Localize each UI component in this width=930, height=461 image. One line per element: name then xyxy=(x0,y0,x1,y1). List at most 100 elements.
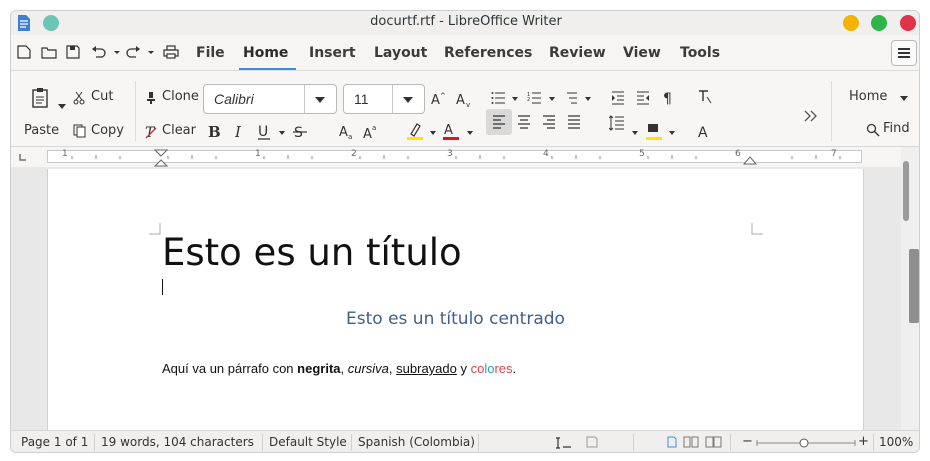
document-page[interactable]: Esto es un título Esto es un título cent… xyxy=(47,169,864,430)
bullet-dropdown-icon[interactable] xyxy=(511,95,519,103)
right-indent-marker[interactable] xyxy=(743,155,757,165)
underline-icon[interactable]: U xyxy=(257,124,271,142)
new-document-icon[interactable] xyxy=(17,45,31,59)
find-label[interactable]: Find xyxy=(883,121,910,136)
menu-file[interactable]: File xyxy=(196,45,225,61)
page-count-status[interactable]: Page 1 of 1 xyxy=(21,435,88,449)
paragraph-background-icon[interactable] xyxy=(645,121,663,141)
minimize-button[interactable] xyxy=(843,15,859,31)
search-icon[interactable] xyxy=(866,123,880,137)
paragraph-text: y xyxy=(456,361,471,376)
horizontal-ruler[interactable]: 1 1 2 3 4 5 6 7 xyxy=(47,149,862,163)
subscript-icon[interactable]: Aa xyxy=(339,124,355,140)
numbered-list-icon[interactable]: 12 xyxy=(527,91,541,105)
open-folder-icon[interactable] xyxy=(41,45,57,59)
highlight-color-icon[interactable] xyxy=(406,121,424,141)
font-name-combobox[interactable]: Calibri xyxy=(203,84,337,114)
grow-font-icon[interactable]: A ^ xyxy=(431,91,447,107)
book-view-icon[interactable] xyxy=(705,436,723,448)
style-inspector-icon[interactable] xyxy=(697,89,713,105)
clone-label[interactable]: Clone xyxy=(162,89,199,104)
cut-icon[interactable] xyxy=(73,91,85,105)
active-tab-indicator xyxy=(239,68,296,70)
word-count-status[interactable]: 19 words, 104 characters xyxy=(101,435,254,449)
italic-icon[interactable]: I xyxy=(233,124,247,140)
paste-icon[interactable] xyxy=(31,87,51,109)
zoom-level[interactable]: 100% xyxy=(879,435,913,449)
tab-selector-label[interactable]: Home xyxy=(849,89,887,104)
shrink-font-icon[interactable]: Av xyxy=(456,91,474,109)
menu-review[interactable]: Review xyxy=(549,45,606,61)
zoom-in-icon[interactable]: + xyxy=(858,434,869,449)
single-page-view-icon[interactable] xyxy=(666,436,678,448)
status-bar: Page 1 of 1 19 words, 104 characters Def… xyxy=(11,430,919,452)
multi-page-view-icon[interactable] xyxy=(683,436,701,448)
menu-view[interactable]: View xyxy=(623,45,661,61)
chevron-down-icon[interactable] xyxy=(402,96,414,104)
redo-icon[interactable] xyxy=(125,45,141,59)
hamburger-menu-button[interactable] xyxy=(891,40,917,66)
chevron-down-icon[interactable] xyxy=(899,95,909,103)
cut-label[interactable]: Cut xyxy=(91,89,113,104)
scrollbar-thumb[interactable] xyxy=(903,161,909,221)
menu-insert[interactable]: Insert xyxy=(309,45,356,61)
zoom-out-icon[interactable]: − xyxy=(742,434,753,449)
document-modified-icon[interactable] xyxy=(586,436,598,448)
line-spacing-dropdown-icon[interactable] xyxy=(631,129,639,137)
tab-stop-type-icon[interactable] xyxy=(19,153,27,161)
outline-list-icon[interactable] xyxy=(563,91,577,105)
justify-icon[interactable] xyxy=(567,115,581,129)
chevron-down-icon[interactable] xyxy=(314,96,326,104)
menu-tools[interactable]: Tools xyxy=(680,45,720,61)
highlight-dropdown-icon[interactable] xyxy=(429,129,437,137)
align-left-icon[interactable] xyxy=(492,115,506,129)
clear-label[interactable]: Clear xyxy=(162,123,196,138)
close-button[interactable] xyxy=(900,15,916,31)
paste-label[interactable]: Paste xyxy=(24,123,59,138)
align-right-icon[interactable] xyxy=(542,115,556,129)
sidebar-toggle-handle[interactable] xyxy=(909,249,919,323)
copy-label[interactable]: Copy xyxy=(91,123,124,138)
font-size-combobox[interactable]: 11 xyxy=(343,84,425,114)
clear-formatting-icon[interactable]: T xyxy=(144,124,158,140)
maximize-button[interactable] xyxy=(871,15,887,31)
bullet-list-icon[interactable] xyxy=(491,91,505,105)
bold-icon[interactable]: B xyxy=(207,124,221,140)
undo-icon[interactable] xyxy=(91,45,107,59)
save-icon[interactable] xyxy=(66,45,80,59)
clone-formatting-icon[interactable] xyxy=(145,91,157,105)
align-center-icon[interactable] xyxy=(517,115,531,129)
page-style-status[interactable]: Default Style xyxy=(269,435,347,449)
copy-icon[interactable] xyxy=(73,124,87,138)
insert-mode-icon[interactable] xyxy=(556,437,572,449)
increase-indent-icon[interactable] xyxy=(611,91,625,105)
more-options-chevron-icon[interactable] xyxy=(803,109,819,123)
formatting-marks-icon[interactable]: ¶ xyxy=(662,90,674,106)
line-spacing-icon[interactable] xyxy=(609,115,625,131)
zoom-slider[interactable] xyxy=(756,437,856,449)
character-dialog-icon[interactable]: A xyxy=(697,124,711,140)
outline-dropdown-icon[interactable] xyxy=(584,95,592,103)
font-color-dropdown-icon[interactable] xyxy=(466,129,474,137)
strikethrough-icon[interactable]: S xyxy=(293,124,307,140)
svg-text:A: A xyxy=(363,127,372,140)
svg-text:a: a xyxy=(372,124,376,132)
undo-dropdown-icon[interactable] xyxy=(113,45,121,59)
paste-dropdown-icon[interactable] xyxy=(57,103,67,111)
underline-dropdown-icon[interactable] xyxy=(278,129,286,137)
language-status[interactable]: Spanish (Colombia) xyxy=(358,435,475,449)
redo-dropdown-icon[interactable] xyxy=(147,45,155,59)
numbered-dropdown-icon[interactable] xyxy=(548,95,556,103)
document-subtitle[interactable]: Esto es un título centrado xyxy=(346,309,565,329)
document-title[interactable]: Esto es un título xyxy=(162,231,462,274)
superscript-icon[interactable]: Aa xyxy=(363,124,379,140)
menu-layout[interactable]: Layout xyxy=(374,45,427,61)
document-paragraph[interactable]: Aquí va un párrafo con negrita, cursiva,… xyxy=(162,361,516,376)
decrease-indent-icon[interactable] xyxy=(636,91,650,105)
left-indent-marker[interactable] xyxy=(154,149,168,167)
paragraph-background-dropdown-icon[interactable] xyxy=(668,129,676,137)
font-color-icon[interactable]: A xyxy=(442,121,460,141)
print-icon[interactable] xyxy=(163,45,179,59)
menu-home[interactable]: Home xyxy=(243,45,288,61)
menu-references[interactable]: References xyxy=(444,45,532,61)
